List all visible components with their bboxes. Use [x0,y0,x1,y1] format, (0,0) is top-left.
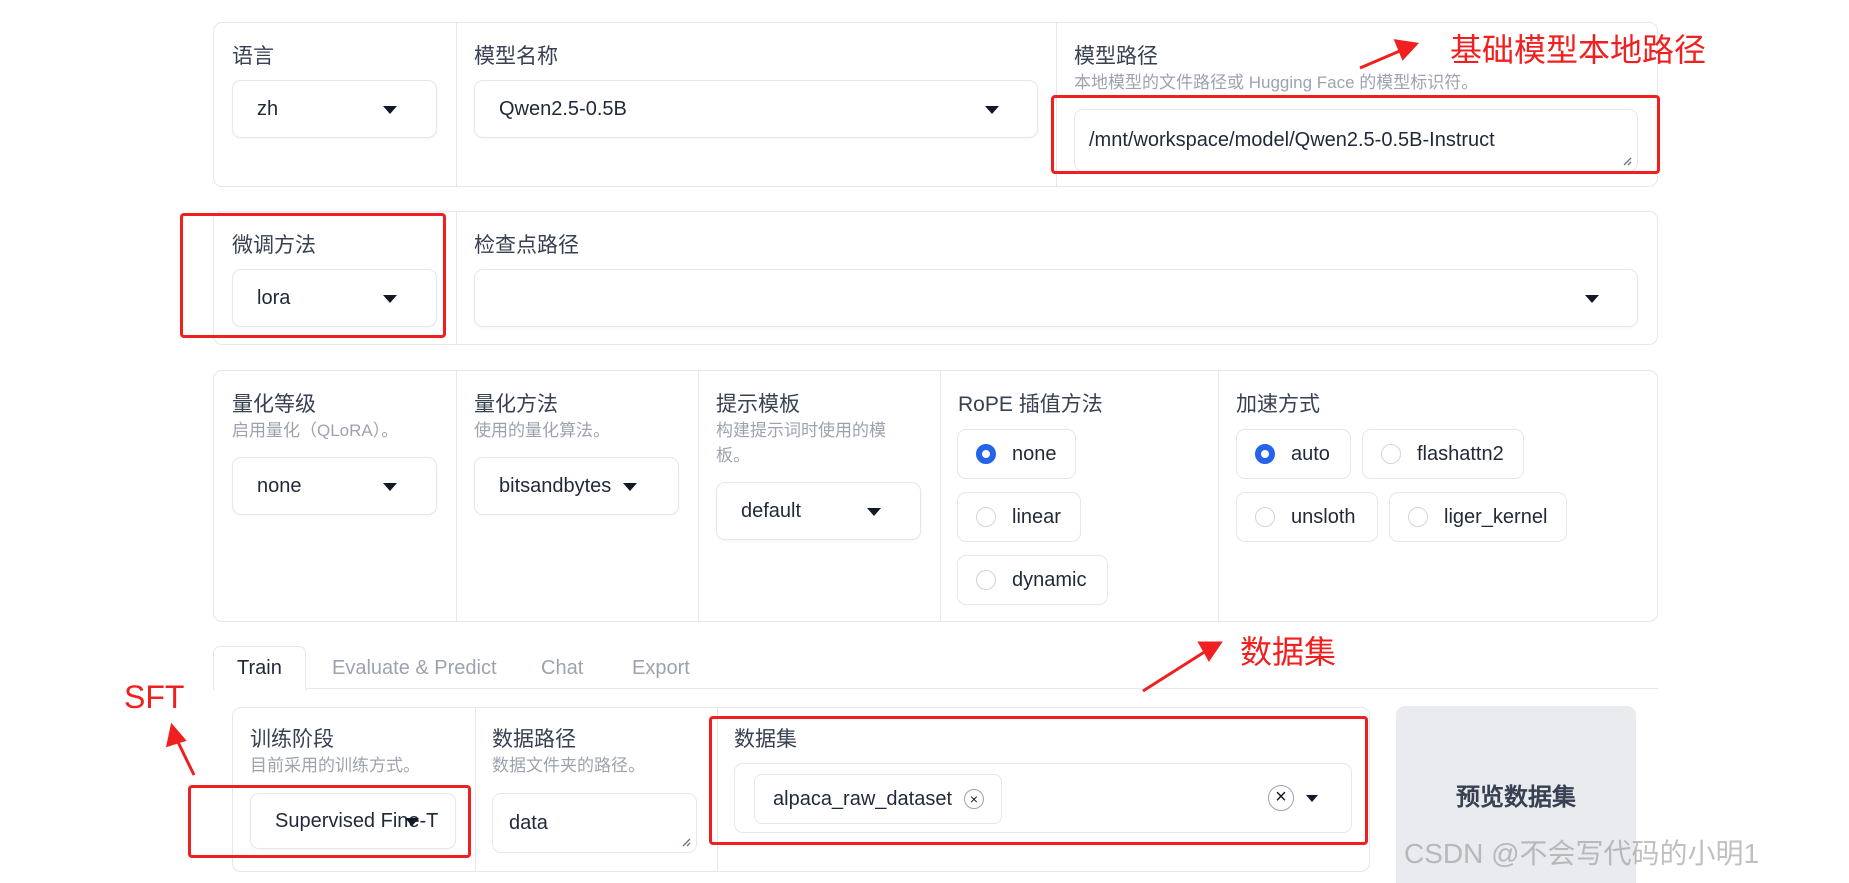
radio-unselected-icon [976,507,996,527]
template-dropdown[interactable]: default [716,482,921,540]
tab-train-label: Train [237,657,282,679]
booster-label: 加速方式 [1236,393,1320,416]
chevron-down-icon [623,483,637,491]
template-label: 提示模板 [716,393,800,416]
arrow-icon [1142,641,1223,693]
divider [1218,371,1219,621]
quant-method-info: 使用的量化算法。 [474,421,610,440]
chevron-down-icon [985,106,999,114]
train-stage-info: 目前采用的训练方式。 [250,756,420,775]
template-info-line1: 构建提示词时使用的模 [716,421,886,440]
quant-bit-value: none [257,474,302,497]
quant-bit-label: 量化等级 [232,393,316,416]
divider [456,212,457,344]
divider [698,371,699,621]
quant-method-value: bitsandbytes [499,474,612,497]
booster-option-label: flashattn2 [1417,442,1504,465]
radio-unselected-icon [1381,444,1401,464]
chevron-down-icon [383,106,397,114]
language-value: zh [257,97,279,120]
booster-option-unsloth[interactable]: unsloth [1236,492,1378,542]
annotation-box-finetune-method [180,213,446,338]
dataset-dir-value: data [509,811,548,834]
rope-option-label: linear [1012,505,1061,528]
booster-option-label: unsloth [1291,505,1356,528]
preview-dataset-label: 预览数据集 [1456,784,1576,811]
chevron-down-icon [383,483,397,491]
divider [940,371,941,621]
template-info-line2: 板。 [716,446,750,465]
model-name-value: Qwen2.5-0.5B [499,97,627,120]
annotation-label-dataset: 数据集 [1240,634,1337,670]
quant-method-dropdown[interactable]: bitsandbytes [474,457,679,515]
language-dropdown[interactable]: zh [232,80,437,138]
chevron-down-icon [1585,295,1599,303]
radio-unselected-icon [1255,507,1275,527]
rope-option-label: dynamic [1012,568,1087,591]
checkpoint-dropdown[interactable] [474,269,1638,327]
quant-method-label: 量化方法 [474,393,558,416]
annotation-box-model-path [1051,95,1660,174]
language-label: 语言 [232,45,274,68]
dataset-dir-info: 数据文件夹的路径。 [492,756,645,775]
booster-option-liger-kernel[interactable]: liger_kernel [1389,492,1567,542]
booster-option-label: liger_kernel [1444,505,1548,528]
booster-option-auto[interactable]: auto [1236,429,1351,479]
watermark: CSDN @不会写代码的小明1 [1404,838,1760,869]
divider [475,708,476,871]
model-name-label: 模型名称 [474,45,558,68]
model-path-label: 模型路径 [1074,45,1158,68]
booster-option-flashattn2[interactable]: flashattn2 [1362,429,1524,479]
radio-selected-icon [976,444,996,464]
rope-label: RoPE 插值方法 [958,393,1103,416]
annotation-label-base-model-path: 基础模型本地路径 [1450,32,1707,68]
model-name-dropdown[interactable]: Qwen2.5-0.5B [474,80,1038,138]
quant-bit-dropdown[interactable]: none [232,457,437,515]
tab-export[interactable]: Export [632,657,690,680]
train-stage-label: 训练阶段 [250,728,334,751]
tab-chat[interactable]: Chat [541,657,583,680]
rope-option-none[interactable]: none [957,429,1076,479]
arrow-icon [166,722,196,776]
radio-unselected-icon [976,570,996,590]
template-value: default [741,499,802,522]
chevron-down-icon [867,508,881,516]
radio-unselected-icon [1408,507,1428,527]
rope-option-linear[interactable]: linear [957,492,1081,542]
divider [456,371,457,621]
annotation-label-sft: SFT [124,679,185,715]
checkpoint-label: 检查点路径 [474,234,579,257]
resize-handle-icon[interactable] [681,837,691,847]
divider [456,23,457,186]
dataset-dir-label: 数据路径 [492,728,576,751]
rope-option-label: none [1012,442,1057,465]
dataset-dir-input[interactable]: data [492,793,697,853]
annotation-box-train-stage [188,785,471,858]
tab-evaluate-predict[interactable]: Evaluate & Predict [332,657,497,680]
annotation-box-dataset [709,716,1368,845]
radio-selected-icon [1255,444,1275,464]
tab-bar-line [213,688,1658,689]
rope-option-dynamic[interactable]: dynamic [957,555,1108,605]
quant-bit-info: 启用量化（QLoRA）。 [232,421,399,440]
booster-option-label: auto [1291,442,1330,465]
model-path-info: 本地模型的文件路径或 Hugging Face 的模型标识符。 [1074,73,1479,92]
